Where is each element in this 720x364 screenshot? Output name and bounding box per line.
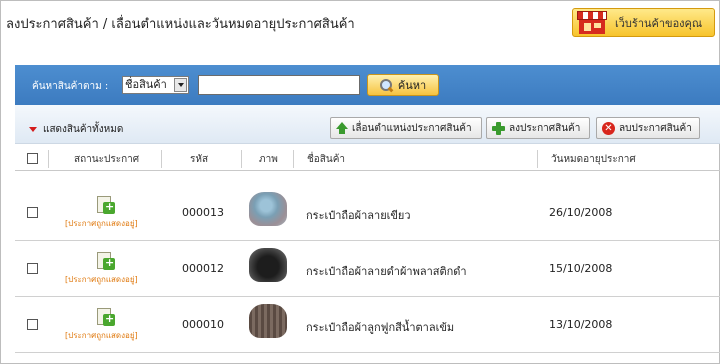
row-checkbox[interactable]: [27, 207, 38, 218]
add-listing-button[interactable]: ลงประกาศสินค้า: [486, 117, 590, 139]
listing-status-icon[interactable]: [95, 196, 117, 216]
header-image: ภาพ: [259, 154, 278, 165]
header-code: รหัส: [190, 154, 209, 165]
header-expiry: วันหมดอายุประกาศ: [551, 154, 636, 165]
storefront-icon: [577, 11, 607, 34]
listing-status-icon[interactable]: [95, 308, 117, 328]
column-divider: [241, 150, 242, 168]
product-code: 000012: [182, 262, 224, 275]
listing-status[interactable]: [ประกาศถูกแสดงอยู่]: [65, 217, 138, 230]
product-image: [249, 248, 287, 282]
toolbar: แสดงสินค้าทั้งหมด เลื่อนตำแหน่งประกาศสิน…: [15, 105, 720, 144]
column-divider: [537, 150, 538, 168]
product-name[interactable]: กระเป๋าถือผ้าลายเขียว: [306, 206, 411, 224]
search-icon: [379, 78, 393, 92]
listing-status[interactable]: [ประกาศถูกแสดงอยู่]: [65, 329, 138, 342]
store-website-button[interactable]: เว็บร้านค้าของคุณ: [572, 8, 715, 37]
plus-icon: [492, 121, 505, 135]
expiry-date: 13/10/2008: [549, 318, 613, 331]
search-field-value: ชื่อสินค้า: [125, 78, 167, 91]
delete-icon: ✕: [602, 121, 615, 135]
expiry-date: 26/10/2008: [549, 206, 613, 219]
arrow-up-icon: [336, 122, 348, 134]
move-listing-button[interactable]: เลื่อนตำแหน่งประกาศสินค้า: [330, 117, 482, 139]
delete-listing-label: ลบประกาศสินค้า: [619, 122, 692, 134]
product-image: [249, 304, 287, 338]
move-listing-label: เลื่อนตำแหน่งประกาศสินค้า: [352, 122, 472, 134]
table-header: สถานะประกาศ รหัส ภาพ ชื่อสินค้า วันหมดอา…: [15, 147, 720, 171]
page-title: ลงประกาศสินค้า / เลื่อนตำแหน่งและวันหมดอ…: [6, 17, 355, 32]
table-row: [ประกาศถูกแสดงอยู่] 000010 กระเป๋าถือผ้า…: [15, 297, 720, 353]
expiry-date: 15/10/2008: [549, 262, 613, 275]
table-row: [ประกาศถูกแสดงอยู่] 000012 กระเป๋าถือผ้า…: [15, 241, 720, 297]
row-checkbox[interactable]: [27, 319, 38, 330]
row-checkbox[interactable]: [27, 263, 38, 274]
show-all-label: แสดงสินค้าทั้งหมด: [43, 124, 124, 135]
header-status: สถานะประกาศ: [74, 154, 140, 165]
search-label: ค้นหาสินค้าตาม :: [32, 81, 109, 92]
search-button-label: ค้นหา: [397, 79, 427, 92]
product-code: 000010: [182, 318, 224, 331]
search-bar: ค้นหาสินค้าตาม : ชื่อสินค้า ค้นหา: [15, 65, 720, 105]
select-all-checkbox[interactable]: [27, 153, 38, 164]
product-image: [249, 192, 287, 226]
show-all-toggle[interactable]: แสดงสินค้าทั้งหมด: [29, 122, 123, 137]
triangle-down-icon: [29, 127, 37, 132]
listing-status-icon[interactable]: [95, 252, 117, 272]
column-divider: [161, 150, 162, 168]
table-row: [ประกาศถูกแสดงอยู่] 000013 กระเป๋าถือผ้า…: [15, 185, 720, 241]
store-website-label: เว็บร้านค้าของคุณ: [615, 16, 703, 30]
product-name[interactable]: กระเป๋าถือผ้าลายดำผ้าพลาสติกดำ: [306, 262, 467, 280]
search-button[interactable]: ค้นหา: [367, 74, 439, 96]
search-field-select[interactable]: ชื่อสินค้า: [122, 76, 189, 94]
product-code: 000013: [182, 206, 224, 219]
delete-listing-button[interactable]: ✕ ลบประกาศสินค้า: [596, 117, 700, 139]
chevron-down-icon: [174, 78, 187, 92]
listing-status[interactable]: [ประกาศถูกแสดงอยู่]: [65, 273, 138, 286]
product-name[interactable]: กระเป๋าถือผ้าลูกฟูกสีน้ำตาลเข้ม: [306, 318, 454, 336]
header-name: ชื่อสินค้า: [307, 154, 346, 165]
search-input[interactable]: [198, 75, 360, 95]
add-listing-label: ลงประกาศสินค้า: [509, 122, 581, 134]
column-divider: [48, 150, 49, 168]
column-divider: [293, 150, 294, 168]
